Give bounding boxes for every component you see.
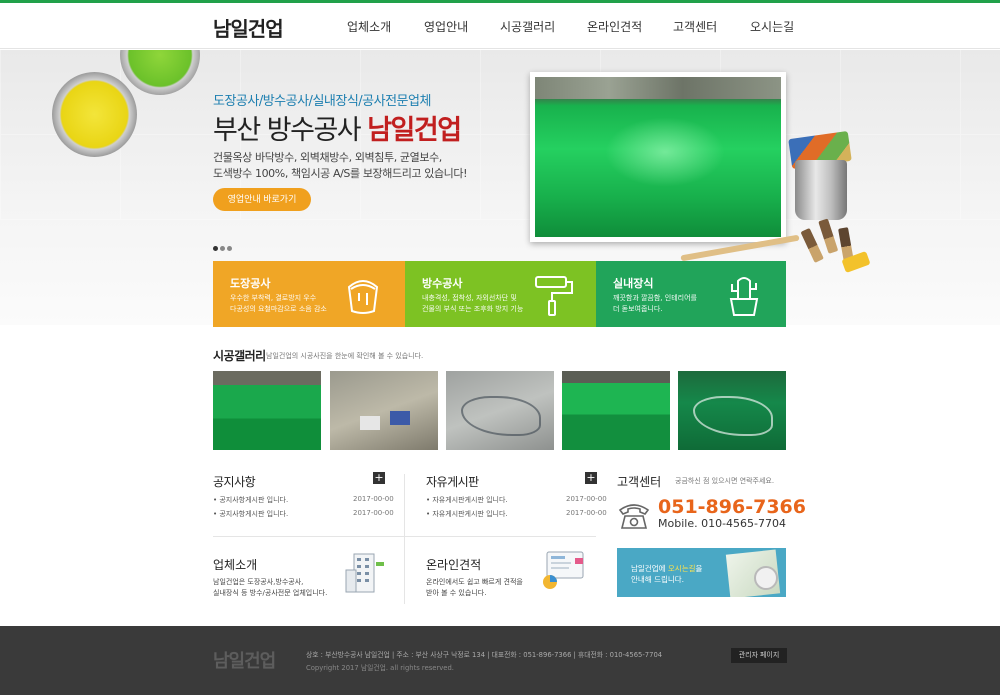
paint-bucket-image (795, 160, 847, 220)
service-title: 실내장식 (613, 277, 654, 290)
hero-desc-line: 건물옥상 바닥방수, 외벽채방수, 외벽침투, 균열보수, (213, 151, 442, 164)
notice-row[interactable]: • 공지사항게시판 입니다. 2017-00-00 (213, 495, 394, 505)
footer-company-info: 상호 : 부산방수공사 남일건업 | 주소 : 부산 사상구 낙정로 134 |… (306, 651, 663, 659)
customer-center-title: 고객센터 (617, 475, 662, 489)
free-board-title[interactable]: 자유게시판 (426, 473, 479, 490)
free-board-row-date: 2017-00-00 (566, 495, 607, 503)
gallery-title: 시공갤러리 (213, 349, 266, 363)
hero-waterproof-photo (530, 72, 786, 242)
hero-title: 부산 방수공사 남일건업 (213, 108, 462, 147)
directions-banner[interactable]: 남일건업에 오시는길을 안내해 드립니다. (617, 548, 786, 597)
free-board-row[interactable]: • 자유게시판게시판 입니다. 2017-00-00 (426, 509, 607, 519)
slider-dot[interactable] (220, 246, 225, 251)
paint-roller-icon (535, 276, 573, 316)
gallery-thumbnail[interactable] (678, 371, 786, 450)
nav-item-company[interactable]: 업체소개 (347, 18, 391, 35)
yellow-paint-can-image (52, 72, 137, 157)
notice-row-date: 2017-00-00 (353, 495, 394, 503)
footer-logo: 남일건업 (213, 651, 276, 672)
free-board-row-text: 자유게시판게시판 입니다. (432, 510, 508, 518)
admin-page-button[interactable]: 관리자 페이지 (731, 648, 787, 663)
cactus-plant-icon (729, 277, 759, 316)
hero-description: 건물옥상 바닥방수, 외벽채방수, 외벽침투, 균열보수, 도색방수 100%,… (213, 150, 513, 182)
directions-banner-text: 남일건업에 오시는길을 안내해 드립니다. (631, 563, 702, 585)
hero-desc-line: 도색방수 100%, 책임시공 A/S를 보장해드리고 있습니다! (213, 167, 468, 180)
notice-row-text: 공지사항게시판 입니다. (219, 510, 289, 518)
nav-item-business[interactable]: 영업안내 (424, 18, 468, 35)
hero-subtitle: 도장공사/방수공사/실내장식/공사전문업체 (213, 94, 431, 109)
slider-dots (213, 236, 234, 255)
notice-row[interactable]: • 공지사항게시판 입니다. 2017-00-00 (213, 509, 394, 519)
directions-text-highlight: 오시는길 (667, 564, 696, 573)
paint-bucket-icon (347, 280, 379, 314)
free-board-row[interactable]: • 자유게시판게시판 입니다. 2017-00-00 (426, 495, 607, 505)
customer-phone-number: 051-896-7366 (658, 496, 806, 518)
notice-row-text: 공지사항게시판 입니다. (219, 496, 289, 504)
building-icon (345, 553, 384, 593)
hero-title-brand: 남일건업 (367, 115, 462, 146)
free-board-row-text: 자유게시판게시판 입니다. (432, 496, 508, 504)
notice-title[interactable]: 공지사항 (213, 473, 256, 490)
gallery-thumbnail[interactable] (446, 371, 554, 450)
service-box-waterproofing[interactable]: 방수공사 내충격성, 접착성, 자외선차단 및 건물의 부식 또는 조후화 방지… (405, 261, 596, 327)
directions-text-suffix: 을 (695, 564, 703, 573)
company-intro-title[interactable]: 업체소개 (213, 556, 257, 573)
site-logo[interactable]: 남일건업 (213, 13, 284, 42)
notice-more-button[interactable]: + (373, 472, 385, 484)
gallery-thumbnail[interactable] (213, 371, 321, 450)
service-box-interior[interactable]: 실내장식 깨끗함과 깔끔함, 인테리어를 더 돋보여줍니다. (596, 261, 786, 327)
notice-row-date: 2017-00-00 (353, 509, 394, 517)
nav-item-gallery[interactable]: 시공갤러리 (500, 18, 555, 35)
directions-text-prefix: 남일건업에 (631, 564, 668, 573)
customer-center-subtitle: 궁금하신 점 있으시면 연락주세요. (675, 477, 775, 485)
directions-text-line2: 안내해 드립니다. (631, 575, 685, 584)
free-board-more-button[interactable]: + (585, 472, 597, 484)
free-board-row-date: 2017-00-00 (566, 509, 607, 517)
column-divider (404, 474, 405, 604)
nav-item-directions[interactable]: 오시는길 (750, 18, 794, 35)
telephone-icon (618, 504, 650, 529)
online-estimate-title[interactable]: 온라인견적 (426, 556, 481, 573)
row-divider (213, 536, 596, 537)
nav-item-estimate[interactable]: 온라인견적 (587, 18, 642, 35)
site-header: 남일건업 업체소개 영업안내 시공갤러리 온라인견적 고객센터 오시는길 (0, 3, 1000, 49)
monitor-chart-icon (543, 551, 584, 589)
hero-title-prefix: 부산 방수공사 (213, 115, 362, 146)
gallery-thumbnail[interactable] (330, 371, 438, 450)
gallery-thumbnail[interactable] (562, 371, 670, 450)
nav-item-customer[interactable]: 고객센터 (673, 18, 717, 35)
paint-brush-image (800, 227, 824, 263)
footer-copyright: Copyright 2017 남일건업. all rights reserved… (306, 664, 454, 672)
gallery-subtitle: 남일건업의 시공사진을 한눈에 확인해 볼 수 있습니다. (266, 352, 424, 360)
slider-dot[interactable] (227, 246, 232, 251)
paint-brush-image (818, 218, 839, 254)
service-title: 방수공사 (422, 277, 463, 290)
business-info-button[interactable]: 영업안내 바로가기 (213, 188, 311, 211)
site-footer: 남일건업 상호 : 부산방수공사 남일건업 | 주소 : 부산 사상구 낙정로 … (0, 626, 1000, 695)
service-box-painting[interactable]: 도장공사 우수한 부착력, 결로방지 우수 다공성의 요철마감으로 소음 감소 (213, 261, 405, 327)
customer-mobile-number: Mobile. 010-4565-7704 (658, 517, 786, 530)
slider-dot[interactable] (213, 246, 218, 251)
compass-icon (754, 566, 778, 590)
service-title: 도장공사 (230, 277, 271, 290)
